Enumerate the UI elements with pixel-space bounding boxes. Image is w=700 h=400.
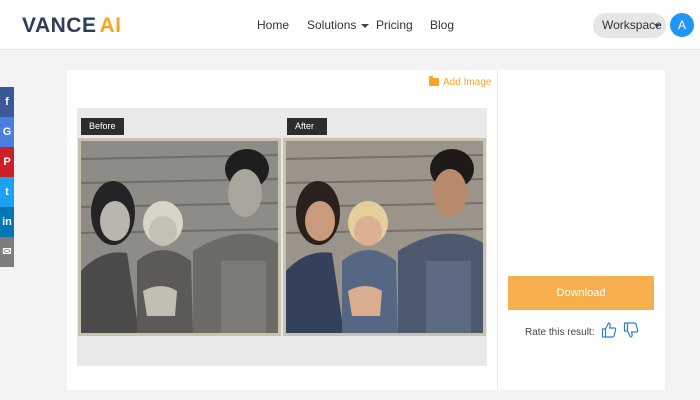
- envelope-icon[interactable]: ✉: [0, 237, 14, 267]
- pinterest-share-icon[interactable]: P: [0, 147, 14, 177]
- twitter-share-icon[interactable]: t: [0, 177, 14, 207]
- rate-result-label: Rate this result:: [525, 327, 595, 338]
- linkedin-share-icon[interactable]: in: [0, 207, 14, 237]
- facebook-share-icon[interactable]: f: [0, 87, 14, 117]
- logo-accent-text: AI: [99, 14, 122, 37]
- after-photo: [283, 138, 486, 336]
- chevron-down-icon: [361, 23, 370, 28]
- thumbs-up-icon[interactable]: [601, 321, 617, 339]
- workspace-dropdown[interactable]: Workspace: [593, 13, 666, 38]
- nav-solutions-menu[interactable]: Solutions: [307, 18, 370, 32]
- panel-divider: [497, 70, 498, 390]
- top-navbar: VANCE AI Home Solutions Pricing Blog Work…: [0, 0, 700, 50]
- vanceai-logo[interactable]: VANCE AI: [22, 14, 121, 38]
- workspace-label: Workspace: [602, 18, 662, 32]
- chevron-down-icon: [654, 24, 660, 28]
- after-label: After: [287, 118, 327, 135]
- google-share-icon[interactable]: G: [0, 117, 14, 147]
- logo-main-text: VANCE: [22, 14, 97, 37]
- folder-icon: [429, 76, 439, 86]
- before-label: Before: [81, 118, 124, 135]
- nav-home-link[interactable]: Home: [257, 18, 289, 32]
- add-image-button[interactable]: Add Image: [429, 76, 492, 88]
- nav-blog-link[interactable]: Blog: [430, 18, 454, 32]
- user-avatar[interactable]: A: [670, 13, 694, 37]
- before-photo: [78, 138, 281, 336]
- add-image-label: Add Image: [443, 77, 492, 88]
- nav-solutions-label: Solutions: [307, 18, 357, 32]
- nav-pricing-link[interactable]: Pricing: [376, 18, 413, 32]
- thumbs-down-icon[interactable]: [623, 321, 639, 339]
- download-button[interactable]: Download: [508, 276, 654, 310]
